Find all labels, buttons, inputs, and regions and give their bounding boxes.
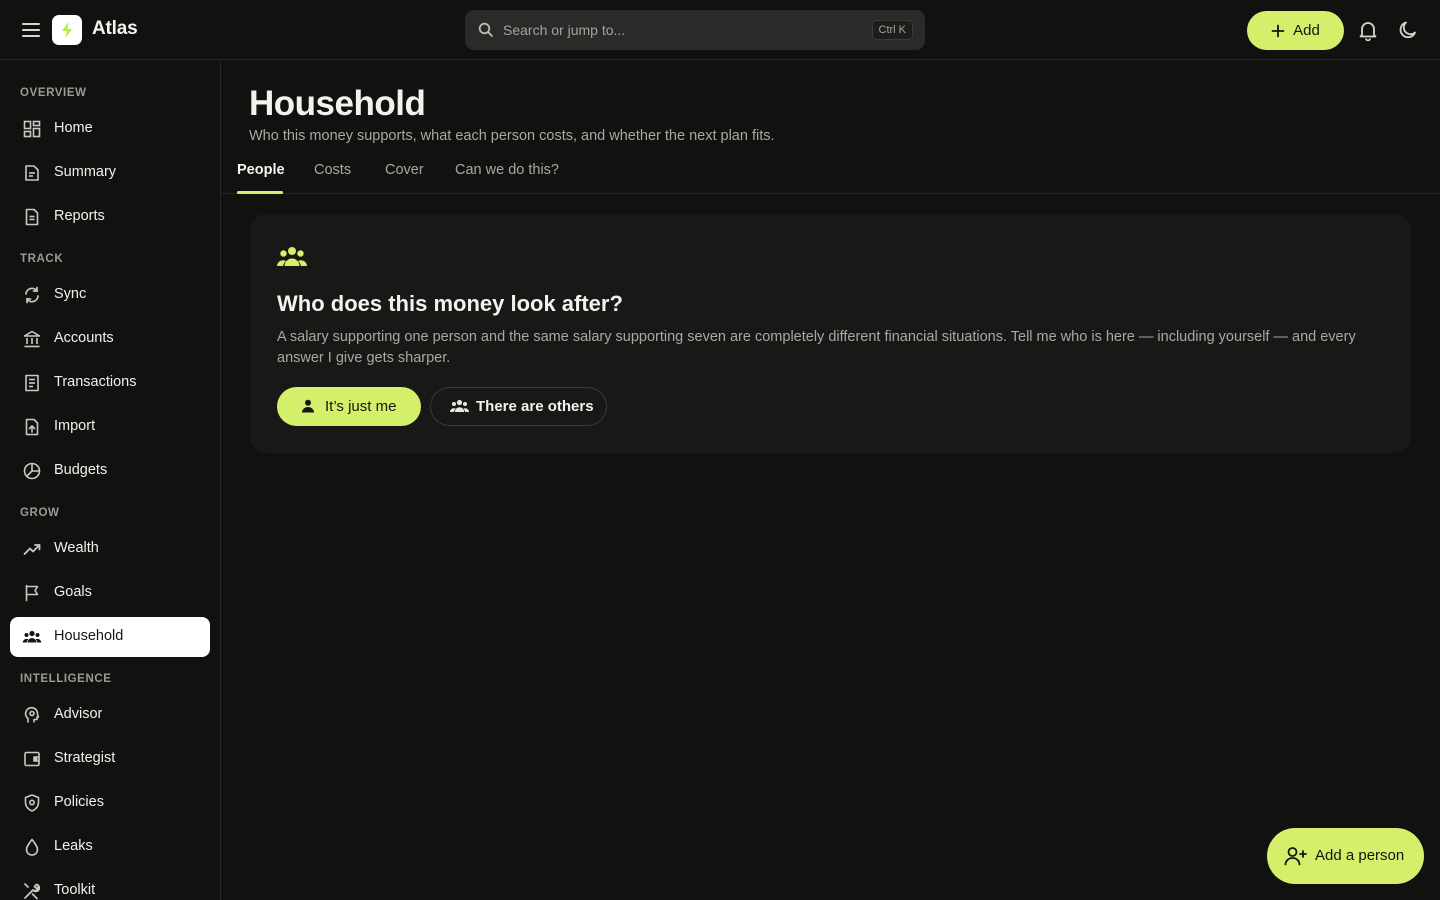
add-button[interactable]: Add [1247,11,1344,50]
search-icon [478,22,494,38]
menu-icon[interactable] [20,19,42,41]
section-label-overview: OVERVIEW [20,87,87,99]
card-title: Who does this money look after? [277,291,623,316]
sidebar-item-label: Toolkit [54,882,96,898]
sidebar-item-label: Summary [54,164,117,180]
sidebar-item-label: Household [54,628,124,644]
dashboard-icon [22,119,42,139]
add-button-label: Add [1293,22,1320,39]
add-person-label: Add a person [1315,847,1405,864]
pie-chart-icon [22,461,42,481]
plus-icon [1271,24,1285,37]
sidebar-item-label: Transactions [54,374,137,390]
sidebar-item-goals[interactable]: Goals [10,573,210,613]
sidebar-item-label: Advisor [54,706,103,722]
just-me-button[interactable]: It’s just me [277,387,421,426]
people-icon [450,399,469,413]
section-label-grow: GROW [20,507,60,519]
sidebar-item-label: Strategist [54,750,116,766]
sidebar-item-label: Accounts [54,330,114,346]
sidebar-item-label: Home [54,120,93,136]
sidebar-item-leaks[interactable]: Leaks [10,827,210,867]
receipt-icon [22,373,42,393]
there-are-others-label: There are others [476,398,594,415]
wallet-icon [22,749,42,769]
tab-cover[interactable]: Cover [385,162,424,178]
bell-icon[interactable] [1357,19,1379,41]
section-label-track: TRACK [20,253,64,265]
sidebar-item-label: Import [54,418,96,434]
file-upload-icon [22,417,42,437]
household-intro-card: Who does this money look after? A salary… [250,214,1411,453]
sidebar: OVERVIEW Home Summary Reports TRACK Sync… [0,61,221,900]
sidebar-item-policies[interactable]: Policies [10,783,210,823]
sidebar-item-strategist[interactable]: Strategist [10,739,210,779]
sidebar-item-toolkit[interactable]: Toolkit [10,871,210,900]
sidebar-item-label: Wealth [54,540,99,556]
sidebar-item-wealth[interactable]: Wealth [10,529,210,569]
active-tab-indicator [237,191,283,194]
sidebar-item-label: Sync [54,286,87,302]
there-are-others-button[interactable]: There are others [430,387,607,426]
search-placeholder: Search or jump to... [503,22,626,38]
add-person-button[interactable]: Add a person [1267,828,1424,884]
page-subtitle: Who this money supports, what each perso… [249,128,775,144]
people-icon [277,246,307,268]
sidebar-item-label: Leaks [54,838,93,854]
tab-people[interactable]: People [237,162,285,178]
sidebar-item-accounts[interactable]: Accounts [10,319,210,359]
sidebar-item-home[interactable]: Home [10,109,210,149]
tab-can-we-do-this[interactable]: Can we do this? [455,162,559,178]
trending-up-icon [22,539,42,559]
sidebar-item-label: Policies [54,794,104,810]
sidebar-item-label: Goals [54,584,92,600]
tab-bar: People Costs Cover Can we do this? [221,150,1440,194]
tab-costs[interactable]: Costs [314,162,351,178]
app-name: Atlas [92,18,138,39]
sidebar-item-summary[interactable]: Summary [10,153,210,193]
app-logo[interactable] [52,15,82,45]
shield-icon [22,793,42,813]
people-icon [22,627,42,647]
sync-icon [22,285,42,305]
page-title: Household [249,84,426,123]
moon-icon[interactable] [1397,19,1419,41]
sidebar-item-transactions[interactable]: Transactions [10,363,210,403]
drop-icon [22,837,42,857]
sidebar-item-reports[interactable]: Reports [10,197,210,237]
flag-icon [22,583,42,603]
section-label-intelligence: INTELLIGENCE [20,673,112,685]
bank-icon [22,329,42,349]
bolt-icon [62,22,72,38]
shortcut-hint: Ctrl K [871,20,913,40]
brain-icon [22,705,42,725]
just-me-label: It’s just me [325,398,397,415]
document-icon [22,163,42,183]
sidebar-item-import[interactable]: Import [10,407,210,447]
sidebar-item-household[interactable]: Household [10,617,210,657]
report-icon [22,207,42,227]
search-input[interactable]: Search or jump to... Ctrl K [465,10,925,50]
person-add-icon [1284,846,1308,866]
tools-icon [22,881,42,900]
sidebar-item-label: Budgets [54,462,108,478]
person-icon [301,399,315,413]
sidebar-item-advisor[interactable]: Advisor [10,695,210,735]
sidebar-item-sync[interactable]: Sync [10,275,210,315]
sidebar-item-budgets[interactable]: Budgets [10,451,210,491]
sidebar-item-label: Reports [54,208,105,224]
top-bar: Atlas Search or jump to... Ctrl K Add [0,0,1440,60]
card-description: A salary supporting one person and the s… [277,329,1356,366]
